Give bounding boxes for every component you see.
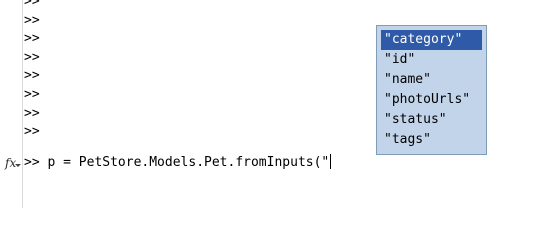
prompt-line: >> (24, 31, 40, 47)
command-window[interactable]: >> >> >> >> >> >> >> >> fx >> p = PetSto… (0, 0, 542, 208)
fx-icon[interactable]: fx (5, 155, 21, 171)
command-text[interactable]: p = PetStore.Models.Pet.fromInputs(" (47, 155, 329, 170)
prompt-line: >> (24, 124, 40, 140)
prompt-line: >> (24, 105, 40, 121)
prompt-line: >> (24, 0, 40, 9)
completion-item-photourls[interactable]: "photoUrls" (381, 90, 482, 110)
text-cursor (330, 154, 332, 169)
prompt-line: >> (24, 86, 40, 102)
command-prompt: >> (24, 155, 40, 170)
prompt-line: >> (24, 12, 40, 28)
completion-item-name[interactable]: "name" (381, 70, 482, 90)
command-input-line[interactable]: >> p = PetStore.Models.Pet.fromInputs(" (24, 154, 332, 172)
completion-item-status[interactable]: "status" (381, 110, 482, 130)
autocomplete-popup[interactable]: "category" "id" "name" "photoUrls" "stat… (376, 25, 487, 155)
prompt-line: >> (24, 49, 40, 65)
chevron-down-icon (15, 164, 21, 167)
completion-item-tags[interactable]: "tags" (381, 130, 482, 150)
gutter (0, 0, 23, 208)
prompt-line: >> (24, 68, 40, 84)
prompt-history: >> >> >> >> >> >> >> >> (24, 0, 40, 142)
completion-item-category[interactable]: "category" (381, 30, 482, 50)
completion-item-id[interactable]: "id" (381, 50, 482, 70)
